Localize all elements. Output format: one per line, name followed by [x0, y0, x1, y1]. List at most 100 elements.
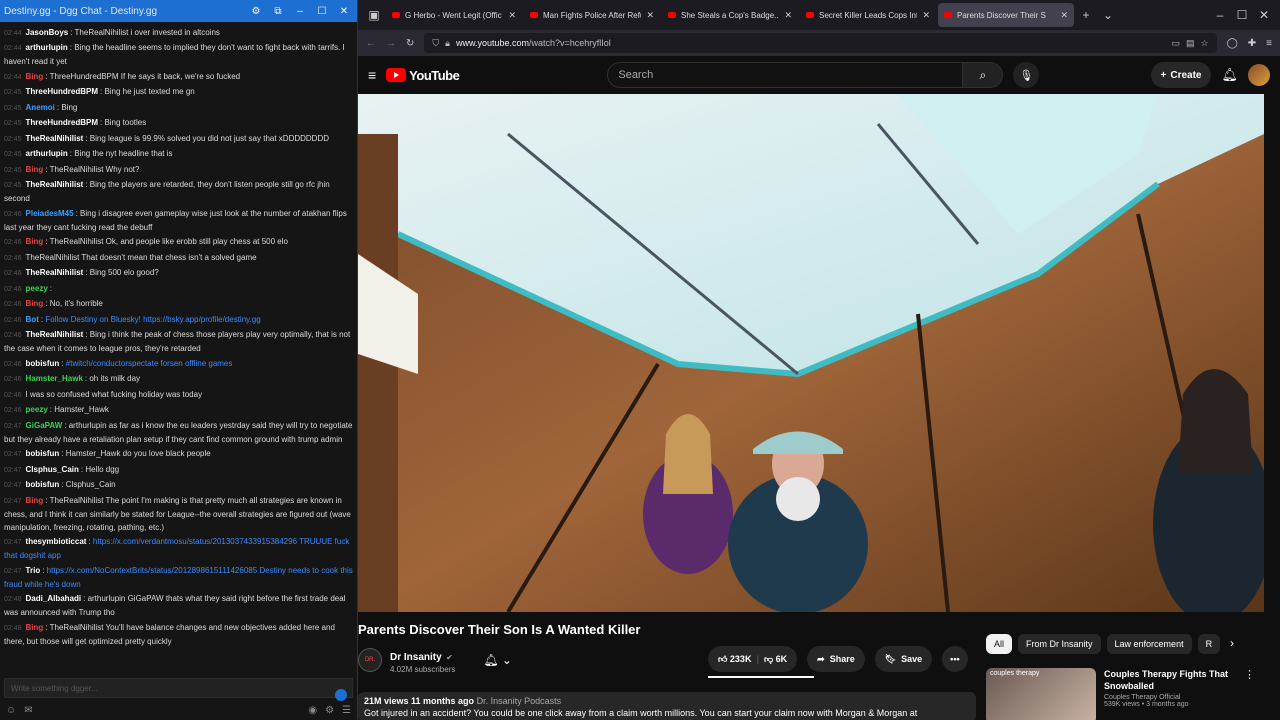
bookmark-icon: 🔖︎ [884, 653, 897, 664]
message-username[interactable]: JasonBoys [26, 28, 69, 37]
desc-tag[interactable]: Dr. Insanity Podcasts [477, 696, 562, 706]
tab-close-icon[interactable]: ✕ [508, 10, 516, 21]
subscription-bell-icon[interactable]: 🔔︎ ⌄ [483, 653, 512, 667]
message-username[interactable]: TheRealNihilist [26, 330, 84, 339]
message-username[interactable]: arthurlupin [26, 43, 68, 52]
message-username[interactable]: peezy [26, 284, 48, 293]
filter-chip[interactable]: R [1197, 634, 1221, 654]
dislike-button[interactable]: 👎︎ 6K [764, 654, 787, 665]
search-button[interactable]: ⌕ [963, 62, 1004, 88]
window-minimize-icon[interactable]: – [1210, 8, 1230, 22]
popout-icon[interactable]: ⧉ [269, 6, 287, 17]
user-avatar[interactable] [1248, 64, 1270, 86]
window-close-icon[interactable]: ✕ [1254, 8, 1274, 22]
reload-icon[interactable]: ↻ [406, 38, 414, 49]
eye-icon[interactable]: ◉ [308, 705, 317, 716]
browser-tab[interactable]: She Steals a Cop's Badge... ✕ [662, 3, 798, 27]
chevron-right-icon[interactable]: › [1230, 636, 1234, 650]
video-player[interactable] [358, 94, 1264, 612]
more-vertical-icon[interactable]: ⋮ [1244, 668, 1255, 681]
chat-input[interactable]: Write something dgger... [4, 678, 353, 698]
browser-tab[interactable]: Parents Discover Their S ✕ [938, 3, 1074, 27]
chevron-down-icon[interactable]: ⌄ [1098, 8, 1118, 22]
settings-icon[interactable]: ⚙ [247, 6, 265, 17]
channel-name[interactable]: Dr Insanity [390, 652, 442, 663]
chat-settings-icon[interactable]: ⚙ [325, 705, 334, 716]
more-actions-button[interactable]: ••• [942, 646, 968, 672]
hamburger-menu-icon[interactable]: ≡ [368, 67, 376, 83]
tab-close-icon[interactable]: ✕ [784, 10, 792, 21]
users-icon[interactable]: ☰ [342, 705, 351, 716]
close-icon[interactable]: ✕ [335, 6, 353, 17]
message-username[interactable]: Trio [26, 566, 41, 575]
bookmark-star-icon[interactable]: ☆ [1200, 38, 1208, 49]
video-description[interactable]: 21M views 11 months ago Dr. Insanity Pod… [358, 692, 976, 720]
minimize-icon[interactable]: – [291, 6, 309, 17]
create-button[interactable]: + Create [1150, 62, 1212, 88]
filter-chip[interactable]: From Dr Insanity [1018, 634, 1101, 654]
recommended-channel[interactable]: Couples Therapy Official [1104, 694, 1234, 701]
lock-icon[interactable]: 🔒︎ [445, 38, 450, 49]
recommended-thumbnail[interactable]: couples therapy [986, 668, 1096, 720]
address-bar[interactable]: ⛉ 🔒︎ www.youtube.com/watch?v=hcehryflIol… [424, 33, 1217, 53]
tab-list-icon[interactable]: ▣ [364, 8, 384, 22]
save-button[interactable]: 🔖︎ Save [874, 646, 933, 672]
message-username[interactable]: Anemoi [26, 103, 55, 112]
message-username[interactable]: Hamster_Hawk [26, 374, 83, 383]
extensions-icon[interactable]: ✚ [1248, 38, 1256, 49]
search-input[interactable]: Search [607, 62, 964, 88]
filter-chip[interactable]: Law enforcement [1106, 634, 1192, 654]
message-username[interactable]: Bot [26, 315, 39, 324]
message-username[interactable]: Bing [26, 165, 44, 174]
reader-icon[interactable]: ▤ [1186, 38, 1195, 49]
recommended-video[interactable]: couples therapy Couples Therapy Fights T… [986, 668, 1234, 720]
message-username[interactable]: bobisfun [26, 480, 60, 489]
message-username[interactable]: bobisfun [26, 359, 60, 368]
message-username[interactable]: ThreeHundredBPM [26, 118, 98, 127]
message-username[interactable]: Dadi_Albahadi [26, 594, 82, 603]
forward-icon[interactable]: → [386, 38, 396, 49]
tab-close-icon[interactable]: ✕ [1060, 10, 1068, 21]
tab-close-icon[interactable]: ✕ [646, 10, 654, 21]
new-tab-icon[interactable]: + [1076, 8, 1096, 22]
maximize-icon[interactable]: ☐ [313, 6, 331, 17]
message-username[interactable]: PleiadesM45 [26, 209, 74, 218]
message-username[interactable]: TheRealNihilist [26, 180, 84, 189]
emote-menu-icon[interactable]: ☺ [6, 705, 16, 716]
notifications-bell-icon[interactable]: 🔔︎ [1221, 67, 1238, 83]
back-icon[interactable]: ← [366, 38, 376, 49]
message-username[interactable]: bobisfun [26, 449, 60, 458]
filter-chip[interactable]: All [986, 634, 1013, 654]
message-username[interactable]: Bing [26, 623, 44, 632]
message-username[interactable]: arthurlupin [26, 149, 68, 158]
recommended-title[interactable]: Couples Therapy Fights That Snowballed [1104, 668, 1234, 692]
tab-close-icon[interactable]: ✕ [922, 10, 930, 21]
message-username[interactable]: ThreeHundredBPM [26, 87, 98, 96]
browser-tab[interactable]: G Herbo - Went Legit (Offic ✕ [386, 3, 522, 27]
message-username[interactable]: Bing [26, 299, 44, 308]
screenshot-icon[interactable]: ▭ [1171, 38, 1180, 49]
message-username[interactable]: Bing [26, 237, 44, 246]
share-button[interactable]: ➦ Share [807, 646, 865, 672]
message-username[interactable]: Bing [26, 72, 44, 81]
message-username[interactable]: TheRealNihilist [26, 134, 84, 143]
chat-message-list[interactable]: 02:44 JasonBoys: TheRealNihilist i over i… [0, 24, 357, 680]
youtube-logo[interactable]: YouTube [386, 68, 460, 83]
tab-bar: ▣ G Herbo - Went Legit (Offic ✕ Man Fights… [358, 0, 1280, 30]
account-icon[interactable]: ◯ [1227, 38, 1238, 49]
shield-icon[interactable]: ⛉ [432, 38, 439, 49]
browser-tab[interactable]: Secret Killer Leads Cops Into ✕ [800, 3, 936, 27]
browser-tab[interactable]: Man Fights Police After Refu ✕ [524, 3, 660, 27]
message-username[interactable]: Clsphus_Cain [26, 465, 79, 474]
message-username[interactable]: peezy [26, 405, 48, 414]
message-username[interactable]: thesymbioticcat [26, 537, 87, 546]
message-username[interactable]: Bing [26, 496, 44, 505]
channel-avatar[interactable]: DR. [358, 648, 382, 672]
message-username[interactable]: GiGaPAW [26, 421, 63, 430]
menu-icon[interactable]: ≡ [1266, 38, 1272, 49]
voice-search-icon[interactable]: 🎙︎ [1013, 62, 1040, 88]
message-username[interactable]: TheRealNihilist [26, 268, 84, 277]
window-maximize-icon[interactable]: ☐ [1232, 8, 1252, 22]
whisper-icon[interactable]: ✉ [24, 705, 32, 716]
like-button[interactable]: 👍︎ 233K [718, 654, 751, 665]
